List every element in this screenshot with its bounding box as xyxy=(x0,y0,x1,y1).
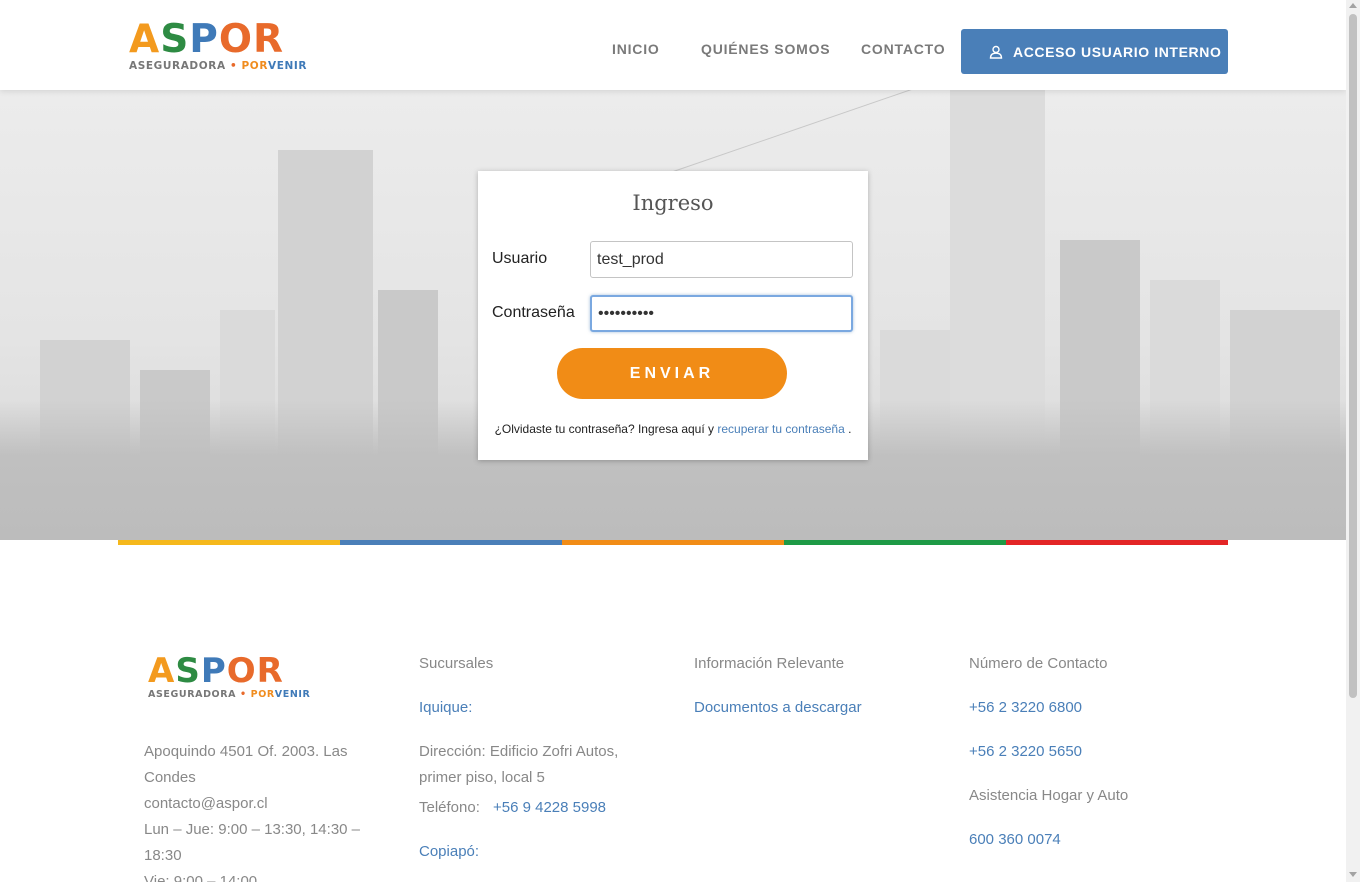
logo-tagline: ASEGURADORA • PORVENIR xyxy=(129,60,308,72)
color-stripe-red xyxy=(1006,540,1228,545)
footer-logo[interactable]: ASPOR ASEGURADORA • PORVENIR xyxy=(148,651,348,700)
site-header: ASPOR ASEGURADORA • PORVENIR INICIO QUIÉ… xyxy=(0,0,1346,90)
acceso-usuario-interno-button[interactable]: ACCESO USUARIO INTERNO xyxy=(961,29,1228,74)
logo-wordmark: ASPOR xyxy=(148,651,284,691)
sucursales-heading: Sucursales xyxy=(419,655,494,672)
acceso-button-label: ACCESO USUARIO INTERNO xyxy=(1013,43,1222,60)
contacto-heading: Número de Contacto xyxy=(969,655,1108,672)
logo-wordmark: ASPOR xyxy=(129,17,285,62)
color-stripe-green xyxy=(784,540,1006,545)
vertical-scrollbar[interactable] xyxy=(1346,0,1360,882)
user-icon xyxy=(989,45,1003,59)
iquique-address: Dirección: Edificio Zofri Autos, primer … xyxy=(419,743,619,786)
password-label: Contraseña xyxy=(492,304,575,321)
forgot-password-text: ¿Olvidaste tu contraseña? Ingresa aquí y… xyxy=(494,422,852,436)
username-input[interactable] xyxy=(590,241,853,278)
page: ASPOR ASEGURADORA • PORVENIR INICIO QUIÉ… xyxy=(0,0,1346,882)
enviar-button[interactable]: ENVIAR xyxy=(557,348,787,399)
aspor-logo[interactable]: ASPOR ASEGURADORA • PORVENIR xyxy=(129,17,359,72)
nav-contacto[interactable]: CONTACTO xyxy=(861,41,945,57)
copiapo-link[interactable]: Copiapó: xyxy=(419,843,479,860)
footer-address: Apoquindo 4501 Of. 2003. Las Condes cont… xyxy=(144,743,361,882)
color-stripe-blue xyxy=(340,540,562,545)
username-label: Usuario xyxy=(492,250,548,267)
phone-link-1[interactable]: +56 2 3220 6800 xyxy=(969,699,1082,716)
info-relevante-heading: Información Relevante xyxy=(694,655,845,672)
iquique-phone-link[interactable]: +56 9 4228 5998 xyxy=(493,799,606,816)
asistencia-heading: Asistencia Hogar y Auto xyxy=(969,787,1129,804)
iquique-phone-label: Teléfono: xyxy=(419,799,480,816)
login-title: Ingreso xyxy=(632,191,714,215)
password-input[interactable] xyxy=(590,295,853,332)
color-stripe-orange xyxy=(562,540,784,545)
iquique-link[interactable]: Iquique: xyxy=(419,699,472,716)
phone-link-2[interactable]: +56 2 3220 5650 xyxy=(969,743,1082,760)
nav-quienes-somos[interactable]: QUIÉNES SOMOS xyxy=(701,41,830,57)
phone-link-3[interactable]: 600 360 0074 xyxy=(969,831,1061,848)
recover-password-link[interactable]: recuperar tu contraseña xyxy=(717,422,844,436)
nav-inicio[interactable]: INICIO xyxy=(612,41,660,57)
scroll-down-arrow-icon[interactable] xyxy=(1349,872,1357,877)
scroll-up-arrow-icon[interactable] xyxy=(1349,3,1357,8)
login-card: Ingreso Usuario Contraseña ENVIAR ¿Olvid… xyxy=(478,171,868,460)
scrollbar-thumb[interactable] xyxy=(1349,14,1357,698)
documentos-link[interactable]: Documentos a descargar xyxy=(694,699,862,716)
logo-tagline: ASEGURADORA • PORVENIR xyxy=(148,689,311,700)
color-stripe-yellow xyxy=(118,540,340,545)
